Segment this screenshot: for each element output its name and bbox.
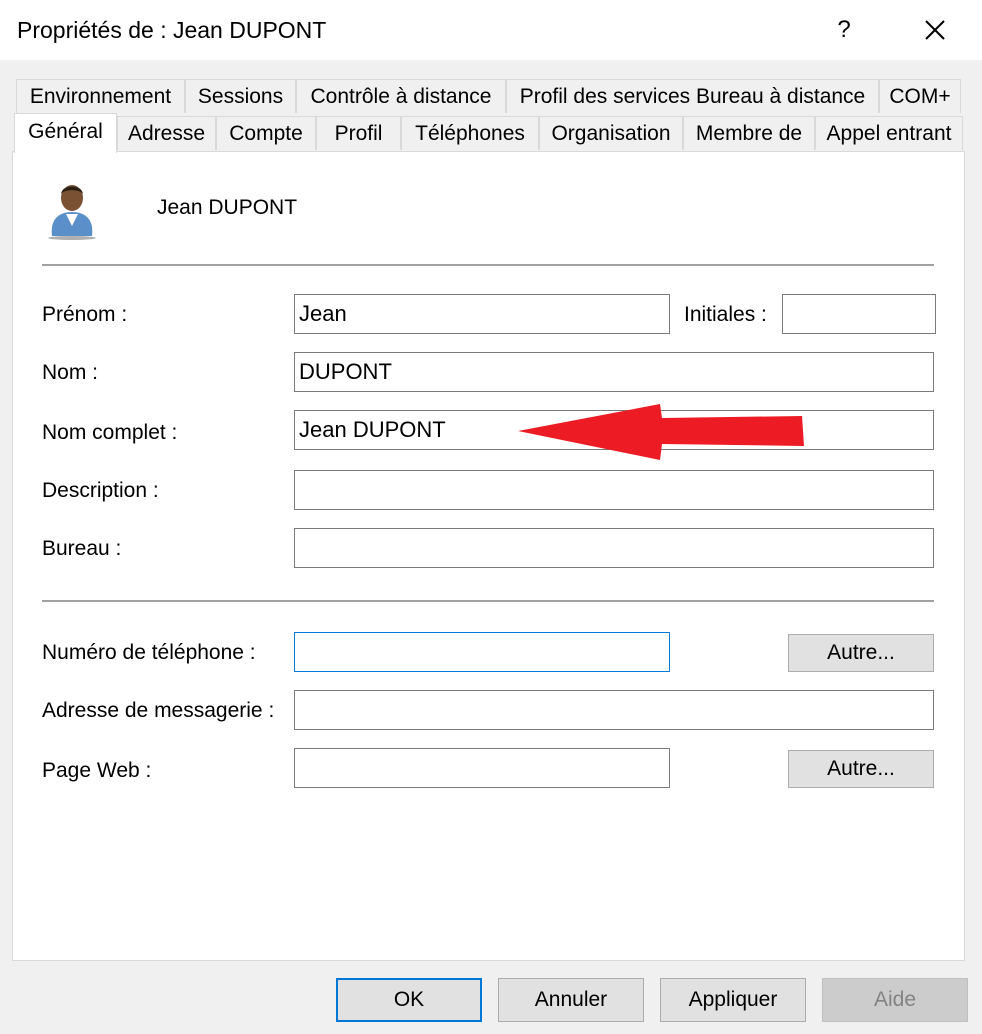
window-title: Propriétés de : Jean DUPONT	[17, 17, 327, 43]
tab-profil[interactable]: Profil	[316, 116, 401, 150]
prenom-label: Prénom :	[42, 303, 128, 326]
email-field[interactable]	[294, 690, 934, 730]
initiales-field[interactable]	[782, 294, 936, 334]
nom-complet-label: Nom complet :	[42, 421, 178, 444]
cancel-button[interactable]: Annuler	[498, 978, 644, 1022]
tab-environnement[interactable]: Environnement	[16, 79, 185, 113]
nom-label: Nom :	[42, 361, 99, 384]
autre-web-button[interactable]: Autre...	[788, 750, 934, 788]
user-display-name: Jean DUPONT	[157, 196, 298, 219]
autre-telephone-button[interactable]: Autre...	[788, 634, 934, 672]
tab-controle-a-distance[interactable]: Contrôle à distance	[296, 79, 506, 113]
web-label: Page Web :	[42, 759, 152, 782]
tab-membre-de[interactable]: Membre de	[683, 116, 815, 150]
tab-com-plus[interactable]: COM+	[879, 79, 961, 113]
bureau-label: Bureau :	[42, 537, 122, 560]
user-avatar-icon	[48, 185, 96, 240]
email-label: Adresse de messagerie :	[42, 699, 275, 722]
tab-general[interactable]: Général	[14, 113, 117, 153]
telephone-label: Numéro de téléphone :	[42, 641, 256, 664]
help-button[interactable]: ?	[818, 8, 870, 52]
red-annotation-arrow-icon	[518, 404, 804, 460]
description-label: Description :	[42, 479, 159, 502]
tab-appel-entrant[interactable]: Appel entrant	[815, 116, 963, 150]
telephone-field[interactable]	[294, 632, 670, 672]
apply-button[interactable]: Appliquer	[660, 978, 806, 1022]
nom-field[interactable]: DUPONT	[294, 352, 934, 392]
prenom-field[interactable]: Jean	[294, 294, 670, 334]
ok-button[interactable]: OK	[336, 978, 482, 1022]
tab-telephones[interactable]: Téléphones	[401, 116, 539, 150]
description-field[interactable]	[294, 470, 934, 510]
autre-telephone-label: Autre...	[827, 641, 895, 664]
help-action-button: Aide	[822, 978, 968, 1022]
autre-web-label: Autre...	[827, 757, 895, 780]
close-icon	[925, 20, 945, 40]
title-bar: Propriétés de : Jean DUPONT ?	[0, 0, 982, 60]
tab-adresse[interactable]: Adresse	[117, 116, 216, 150]
tab-compte[interactable]: Compte	[216, 116, 316, 150]
tab-profil-services-bureau-distance[interactable]: Profil des services Bureau à distance	[506, 79, 879, 113]
web-field[interactable]	[294, 748, 670, 788]
separator	[42, 264, 934, 266]
tab-sessions[interactable]: Sessions	[185, 79, 296, 113]
tab-organisation[interactable]: Organisation	[539, 116, 683, 150]
separator	[42, 600, 934, 602]
close-button[interactable]	[904, 8, 966, 52]
bureau-field[interactable]	[294, 528, 934, 568]
initiales-label: Initiales :	[684, 303, 767, 326]
